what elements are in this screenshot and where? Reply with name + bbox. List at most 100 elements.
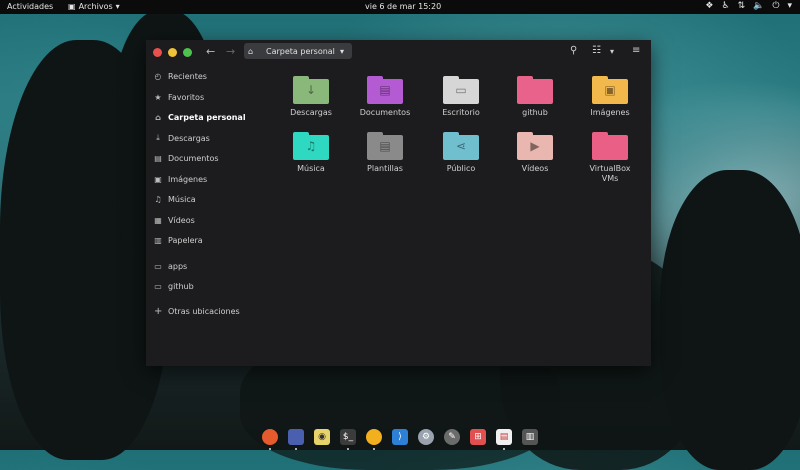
sidebar-item-otras-ubicaciones[interactable]: + Otras ubicaciones: [154, 303, 240, 319]
terminal-icon[interactable]: $_: [340, 429, 356, 450]
file-manager-window: ← → ⌂ Carpeta personal ▾ ⚲ ☷ ▾ ≡ ◴ Recie…: [146, 40, 651, 366]
firefox-icon[interactable]: [262, 429, 278, 450]
back-button[interactable]: ←: [206, 45, 215, 58]
file-label: Vídeos: [521, 164, 549, 173]
sidebar-item-videos[interactable]: ▦ Vídeos: [154, 212, 195, 228]
video-icon: ▦: [154, 215, 162, 225]
sidebar-item-apps[interactable]: ▭ apps: [154, 258, 187, 274]
power-icon[interactable]: ⏻: [772, 1, 779, 11]
gimp-icon[interactable]: ✎: [444, 429, 460, 445]
chrome-icon[interactable]: [366, 429, 382, 450]
folder-plantillas[interactable]: ▤ Plantillas: [350, 132, 420, 174]
sidebar-item-imagenes[interactable]: ▣ Imágenes: [154, 171, 207, 187]
sidebar-item-descargas[interactable]: ⤓ Descargas: [154, 130, 210, 146]
app-menu[interactable]: ▣ Archivos ▾: [68, 2, 120, 11]
folder-escritorio[interactable]: ▭ Escritorio: [426, 76, 496, 118]
close-button[interactable]: [153, 48, 162, 57]
header-bar: ← → ⌂ Carpeta personal ▾ ⚲ ☷ ▾ ≡: [146, 40, 651, 64]
sidebar-item-label: apps: [168, 261, 188, 271]
sidebar-item-label: Recientes: [168, 71, 207, 81]
file-label: Público: [446, 164, 476, 173]
folder-icon: ↓: [293, 76, 329, 104]
file-label: Documentos: [359, 108, 411, 117]
clock[interactable]: vie 6 de mar 15:20: [365, 2, 441, 11]
sidebar-item-label: Papelera: [168, 235, 203, 245]
path-bar[interactable]: ⌂ Carpeta personal ▾: [244, 43, 352, 59]
monitor-icon: ▭: [455, 83, 467, 97]
sidebar-item-label: Documentos: [168, 153, 219, 163]
dropbox-icon[interactable]: ❖: [705, 1, 713, 11]
folder-musica[interactable]: ♫ Música: [276, 132, 346, 174]
menu-icon[interactable]: ≡: [632, 45, 640, 56]
text-editor-icon[interactable]: ▤: [496, 429, 512, 450]
chevron-down-icon[interactable]: ▾: [610, 47, 614, 56]
sidebar-item-label: Descargas: [168, 133, 210, 143]
sidebar-item-papelera[interactable]: ▥ Papelera: [154, 232, 203, 248]
folder-icon: ▤: [367, 76, 403, 104]
maximize-button[interactable]: [183, 48, 192, 57]
music-icon: ♫: [154, 194, 162, 204]
file-grid: ↓ Descargas ▤ Documentos ▭ Escritorio gi…: [266, 64, 651, 364]
file-label: Escritorio: [442, 108, 480, 117]
folder-virtualbox-vms[interactable]: VirtualBox VMs: [575, 132, 645, 184]
sidebar-item-label: Carpeta personal: [168, 112, 246, 122]
settings-icon[interactable]: ⚙: [418, 429, 434, 445]
home-icon: ⌂: [155, 112, 161, 122]
activities-button[interactable]: Actividades: [7, 2, 53, 11]
folder-publico[interactable]: ⋖ Público: [426, 132, 496, 174]
home-icon: ⌂: [248, 46, 254, 56]
sidebar-item-label: Imágenes: [168, 174, 208, 184]
folder-icon: [517, 76, 553, 104]
folder-github[interactable]: github: [500, 76, 570, 118]
sidebar-item-carpeta-personal[interactable]: ⌂ Carpeta personal: [154, 109, 246, 125]
file-label: github: [522, 108, 548, 117]
file-label: Música: [297, 164, 325, 173]
dock: ◉ $_ ⟩ ⚙ ✎ ⊞ ▤ ▥: [248, 426, 552, 450]
rhythmbox-icon[interactable]: ◉: [314, 429, 330, 445]
volume-icon[interactable]: 🔈: [753, 1, 764, 11]
sidebar-item-label: Favoritos: [168, 92, 205, 102]
files-icon: ▣: [68, 2, 76, 11]
folder-videos[interactable]: ▶ Vídeos: [500, 132, 570, 174]
network-icon[interactable]: ⇅: [738, 1, 746, 11]
plus-icon: +: [154, 305, 163, 317]
template-icon: ▤: [379, 139, 391, 153]
video-icon: ▶: [530, 139, 540, 153]
file-label: Plantillas: [367, 164, 403, 173]
forward-button[interactable]: →: [226, 45, 235, 58]
sidebar-item-recientes[interactable]: ◴ Recientes: [154, 68, 207, 84]
file-label: Imágenes: [590, 108, 630, 117]
download-icon: ⤓: [156, 133, 160, 142]
document-icon: ▤: [154, 153, 162, 163]
sidebar-item-documentos[interactable]: ▤ Documentos: [154, 150, 219, 166]
share-icon: ⋖: [455, 139, 467, 153]
folder-imagenes[interactable]: ▣ Imágenes: [575, 76, 645, 118]
sidebar-item-github[interactable]: ▭ github: [154, 278, 194, 294]
trash-icon: ▥: [154, 235, 162, 245]
file-label: Descargas: [290, 108, 332, 117]
view-options-icon[interactable]: ☷: [592, 45, 601, 56]
minimize-button[interactable]: [168, 48, 177, 57]
app-menu-label: Archivos: [78, 2, 113, 11]
folder-icon: ▭: [443, 76, 479, 104]
trash-icon[interactable]: ▥: [522, 429, 538, 445]
app-grid-icon[interactable]: ⊞: [470, 429, 486, 445]
folder-icon: ⋖: [443, 132, 479, 160]
path-label: Carpeta personal: [266, 46, 335, 56]
folder-documentos[interactable]: ▤ Documentos: [350, 76, 420, 118]
sidebar-item-favoritos[interactable]: ★ Favoritos: [154, 89, 204, 105]
files-icon[interactable]: [288, 429, 304, 450]
folder-icon: ♫: [293, 132, 329, 160]
folder-descargas[interactable]: ↓ Descargas: [276, 76, 346, 118]
sidebar-item-musica[interactable]: ♫ Música: [154, 191, 195, 207]
system-tray[interactable]: ❖ ♿ ⇅ 🔈 ⏻ ▾: [705, 1, 792, 11]
top-bar: Actividades ▣ Archivos ▾ vie 6 de mar 15…: [0, 0, 800, 14]
folder-icon: [592, 132, 628, 160]
vscode-icon[interactable]: ⟩: [392, 429, 408, 445]
search-icon[interactable]: ⚲: [570, 45, 577, 56]
folder-icon: ▣: [592, 76, 628, 104]
chevron-down-icon[interactable]: ▾: [340, 47, 352, 56]
accessibility-icon[interactable]: ♿: [722, 1, 730, 11]
sidebar-item-label: github: [168, 281, 194, 291]
chevron-down-icon[interactable]: ▾: [787, 1, 792, 11]
